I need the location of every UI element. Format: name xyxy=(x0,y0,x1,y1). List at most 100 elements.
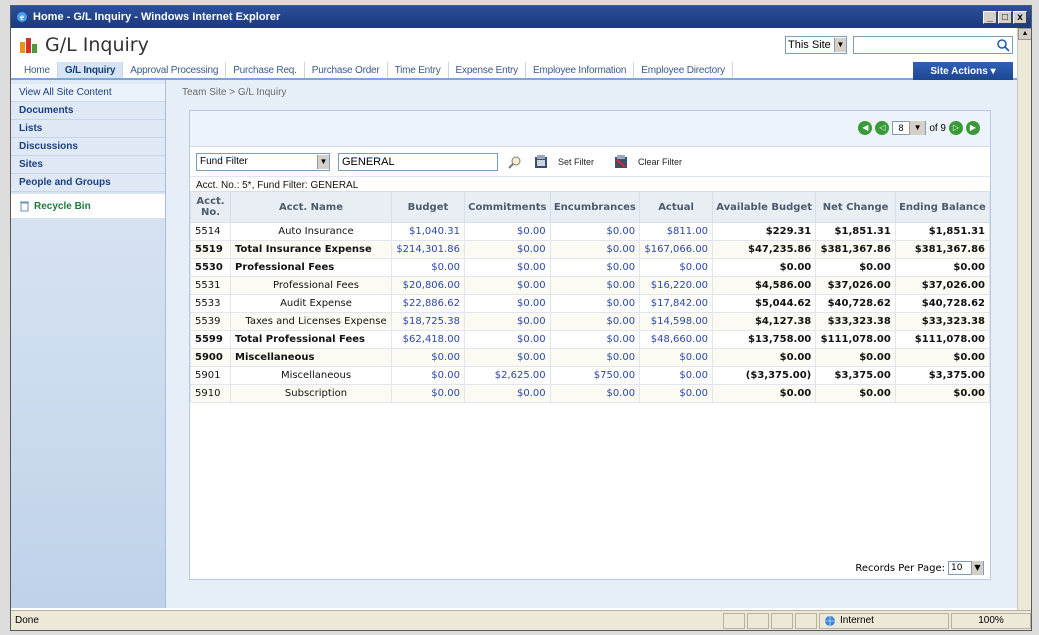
table-row[interactable]: 5599 Total Professional Fees $62,418.00 $0.… xyxy=(190,330,991,349)
table-row[interactable]: 5901 Miscellaneous $0.00 $2,625.00 $750.00 $0… xyxy=(190,366,991,385)
tab-employee-directory[interactable]: Employee Directory xyxy=(634,62,733,78)
sidebar-item-recycle-bin[interactable]: Recycle Bin xyxy=(11,194,165,218)
table-row[interactable]: 5519 Total Insurance Expense $214,301.86 $0… xyxy=(190,240,991,259)
tab-approval-processing[interactable]: Approval Processing xyxy=(123,62,227,78)
close-button[interactable]: x xyxy=(1013,10,1027,24)
clear-filter-icon[interactable] xyxy=(612,153,630,171)
table-row[interactable]: 5531 Professional Fees $20,806.00 $0.00 $0.0… xyxy=(190,276,991,295)
cell-commitments[interactable]: $0.00 xyxy=(463,222,551,241)
security-zone[interactable]: Internet xyxy=(819,612,949,629)
filter-type-select[interactable]: Fund Filter ▼ xyxy=(196,152,330,171)
table-row[interactable]: 5514 Auto Insurance $1,040.31 $0.00 $0.00 $81… xyxy=(190,222,991,241)
scroll-up-icon[interactable]: ▲ xyxy=(1018,28,1031,40)
cell-commitments[interactable]: $2,625.00 xyxy=(463,366,551,385)
search-scope-select[interactable]: This Site ▼ xyxy=(785,36,847,54)
table-row[interactable]: 5539 Taxes and Licenses Expense $18,725.38… xyxy=(190,312,991,331)
cell-budget[interactable]: $18,725.38 xyxy=(390,312,465,331)
cell-encumbrances[interactable]: $0.00 xyxy=(549,240,641,259)
site-actions-button[interactable]: Site Actions ▾ xyxy=(913,62,1013,80)
col-acct-no[interactable]: Acct. No. xyxy=(190,191,231,223)
cell-actual[interactable]: $0.00 xyxy=(639,366,714,385)
cell-actual[interactable]: $17,842.00 xyxy=(639,294,714,313)
cell-encumbrances[interactable]: $0.00 xyxy=(549,384,641,403)
breadcrumb[interactable]: Team Site > G/L Inquiry xyxy=(176,80,1031,105)
sidebar-item-documents[interactable]: Documents xyxy=(11,102,165,120)
cell-budget[interactable]: $214,301.86 xyxy=(390,240,465,259)
tab-home[interactable]: Home xyxy=(17,62,58,78)
set-filter-button[interactable]: Set Filter xyxy=(558,157,594,167)
cell-commitments[interactable]: $0.00 xyxy=(463,330,551,349)
table-row[interactable]: 5533 Audit Expense $22,886.62 $0.00 $0.00 $17… xyxy=(190,294,991,313)
cell-actual[interactable]: $167,066.00 xyxy=(639,240,714,259)
cell-actual[interactable]: $14,598.00 xyxy=(639,312,714,331)
col-acct-name[interactable]: Acct. Name xyxy=(230,191,392,223)
col-actual[interactable]: Actual xyxy=(639,191,714,223)
col-net-change[interactable]: Net Change xyxy=(815,191,896,223)
cell-encumbrances[interactable]: $0.00 xyxy=(549,222,641,241)
cell-actual[interactable]: $0.00 xyxy=(639,258,714,277)
cell-actual[interactable]: $811.00 xyxy=(639,222,714,241)
cell-commitments[interactable]: $0.00 xyxy=(463,258,551,277)
cell-commitments[interactable]: $0.00 xyxy=(463,294,551,313)
cell-encumbrances[interactable]: $0.00 xyxy=(549,258,641,277)
minimize-button[interactable]: _ xyxy=(983,10,997,24)
col-ending-balance[interactable]: Ending Balance xyxy=(894,191,991,223)
cell-encumbrances[interactable]: $0.00 xyxy=(549,348,641,367)
cell-commitments[interactable]: $0.00 xyxy=(463,240,551,259)
cell-budget[interactable]: $62,418.00 xyxy=(390,330,465,349)
col-budget[interactable]: Budget xyxy=(390,191,465,223)
sidebar-item-sites[interactable]: Sites xyxy=(11,156,165,174)
cell-budget[interactable]: $0.00 xyxy=(390,348,465,367)
zoom-level[interactable]: 100% xyxy=(951,612,1031,629)
last-page-icon[interactable]: ▶ xyxy=(966,121,980,135)
tab-employee-information[interactable]: Employee Information xyxy=(526,62,635,78)
tab-gl-inquiry[interactable]: G/L Inquiry xyxy=(57,62,124,78)
page-select[interactable]: 8 ▼ xyxy=(892,121,927,135)
cell-budget[interactable]: $20,806.00 xyxy=(390,276,465,295)
cell-commitments[interactable]: $0.00 xyxy=(463,312,551,331)
vertical-scrollbar[interactable]: ▲ xyxy=(1017,28,1031,612)
cell-actual[interactable]: $48,660.00 xyxy=(639,330,714,349)
tab-time-entry[interactable]: Time Entry xyxy=(388,62,449,78)
tab-purchase-order[interactable]: Purchase Order xyxy=(305,62,388,78)
table-row[interactable]: 5910 Subscription $0.00 $0.00 $0.00 $0.00 $0.0… xyxy=(190,384,991,403)
cell-encumbrances[interactable]: $0.00 xyxy=(549,276,641,295)
cell-commitments[interactable]: $0.00 xyxy=(463,348,551,367)
table-row[interactable]: 5530 Professional Fees $0.00 $0.00 $0.00 $0.0… xyxy=(190,258,991,277)
prev-page-icon[interactable]: ◁ xyxy=(875,121,890,135)
clear-filter-button[interactable]: Clear Filter xyxy=(638,157,682,167)
sidebar-item-view-all[interactable]: View All Site Content xyxy=(11,84,165,102)
search-icon[interactable] xyxy=(996,38,1010,52)
cell-encumbrances[interactable]: $0.00 xyxy=(549,312,641,331)
tab-purchase-req[interactable]: Purchase Req. xyxy=(226,62,305,78)
cell-budget[interactable]: $22,886.62 xyxy=(390,294,465,313)
cell-encumbrances[interactable]: $750.00 xyxy=(549,366,641,385)
cell-budget[interactable]: $0.00 xyxy=(390,366,465,385)
search-input[interactable] xyxy=(853,36,1013,54)
col-available-budget[interactable]: Available Budget xyxy=(712,191,817,223)
col-commitments[interactable]: Commitments xyxy=(463,191,551,223)
records-per-page-select[interactable]: 10 ▼ xyxy=(948,561,984,575)
sidebar-item-lists[interactable]: Lists xyxy=(11,120,165,138)
cell-budget[interactable]: $0.00 xyxy=(390,258,465,277)
cell-commitments[interactable]: $0.00 xyxy=(463,276,551,295)
col-encumbrances[interactable]: Encumbrances xyxy=(549,191,641,223)
cell-budget[interactable]: $0.00 xyxy=(390,384,465,403)
cell-commitments[interactable]: $0.00 xyxy=(463,384,551,403)
table-row[interactable]: 5900 Miscellaneous $0.00 $0.00 $0.00 $0.00 $0.… xyxy=(190,348,991,367)
set-filter-icon[interactable] xyxy=(532,153,550,171)
cell-encumbrances[interactable]: $0.00 xyxy=(549,330,641,349)
first-page-icon[interactable]: ◀ xyxy=(858,121,873,135)
cell-actual[interactable]: $0.00 xyxy=(639,384,714,403)
sidebar-item-discussions[interactable]: Discussions xyxy=(11,138,165,156)
cell-actual[interactable]: $16,220.00 xyxy=(639,276,714,295)
sidebar-item-people-groups[interactable]: People and Groups xyxy=(11,174,165,192)
cell-encumbrances[interactable]: $0.00 xyxy=(549,294,641,313)
cell-budget[interactable]: $1,040.31 xyxy=(390,222,465,241)
filter-value-input[interactable]: GENERAL xyxy=(338,152,498,171)
next-page-icon[interactable]: ▷ xyxy=(949,121,963,135)
tab-expense-entry[interactable]: Expense Entry xyxy=(449,62,526,78)
lookup-icon[interactable] xyxy=(506,153,524,171)
maximize-button[interactable]: □ xyxy=(998,10,1012,24)
cell-actual[interactable]: $0.00 xyxy=(639,348,714,367)
